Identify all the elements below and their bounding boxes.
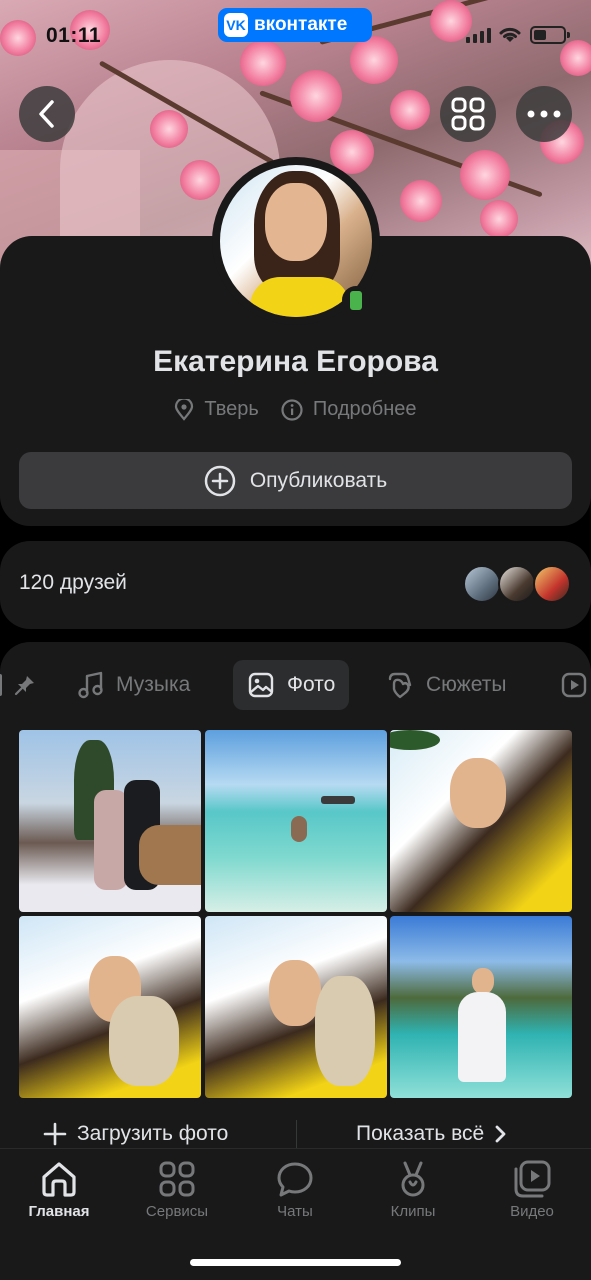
qr-code-icon [451, 97, 485, 131]
video-icon [561, 672, 587, 698]
plus-icon [43, 1122, 67, 1146]
tab-clips-label: Клипы [390, 1203, 436, 1220]
photo-thumbnail[interactable] [19, 730, 201, 912]
home-indicator [190, 1259, 401, 1266]
media-card: Музыка Фото Сюжеты Загрузить фото Показа… [0, 642, 591, 1162]
qr-code-button[interactable] [440, 86, 496, 142]
profile-name: Екатерина Егорова [153, 345, 438, 378]
divider [296, 1120, 297, 1150]
photo-thumbnail[interactable] [205, 730, 387, 912]
friend-avatar [498, 565, 536, 603]
vk-app-badge[interactable]: VK вконтакте [218, 8, 372, 42]
online-mobile-icon [342, 286, 370, 314]
pin-icon [14, 676, 34, 696]
friends-card[interactable]: 120 друзей [0, 541, 591, 629]
cellular-signal-icon [466, 28, 491, 43]
tab-chats[interactable]: Чаты [236, 1159, 354, 1220]
publish-button-label: Опубликовать [249, 468, 388, 492]
profile-city-label: Тверь [204, 398, 259, 420]
tab-chats-label: Чаты [277, 1203, 313, 1220]
music-note-icon [78, 671, 103, 699]
tab-stories[interactable]: Сюжеты [386, 660, 506, 710]
tab-video[interactable]: Видео [473, 1159, 591, 1220]
tab-music-label: Музыка [116, 673, 191, 696]
tab-home-label: Главная [28, 1203, 90, 1220]
more-dots-icon [527, 110, 561, 118]
media-tabs: Музыка Фото Сюжеты [0, 660, 591, 712]
tab-video-label: Видео [510, 1203, 554, 1220]
more-options-button[interactable] [516, 86, 572, 142]
tab-services[interactable]: Сервисы [118, 1159, 236, 1220]
tab-services-label: Сервисы [145, 1203, 209, 1220]
chevron-right-icon [495, 1125, 506, 1143]
tab-pinned[interactable] [0, 660, 36, 710]
profile-meta: Тверь Подробнее [0, 398, 591, 421]
photo-thumbnail[interactable] [205, 916, 387, 1098]
info-icon [281, 398, 303, 421]
status-bar: 01:11 VK вконтакте [0, 0, 591, 70]
vk-app-badge-label: вконтакте [254, 14, 348, 35]
status-time: 01:11 [46, 24, 102, 47]
tab-home[interactable]: Главная [0, 1159, 118, 1220]
photo-thumbnail[interactable] [19, 916, 201, 1098]
photo-thumbnail[interactable] [390, 916, 572, 1098]
vk-logo-icon: VK [224, 13, 248, 37]
photo-thumbnail[interactable] [390, 730, 572, 912]
friends-count: 120 друзей [19, 571, 127, 594]
profile-city: Тверь [174, 398, 259, 421]
friend-avatar [533, 565, 571, 603]
publish-button[interactable]: Опубликовать [19, 452, 572, 509]
back-button[interactable] [19, 86, 75, 142]
services-icon [159, 1161, 195, 1197]
show-all-label: Показать всё [356, 1122, 485, 1145]
tab-stories-label: Сюжеты [426, 673, 507, 696]
wifi-icon [499, 27, 521, 42]
video-icon [514, 1160, 551, 1198]
upload-photo-label: Загрузить фото [77, 1122, 229, 1145]
chat-bubble-icon [277, 1162, 313, 1197]
clips-icon [401, 1161, 425, 1197]
tab-clips[interactable]: Клипы [354, 1159, 472, 1220]
upload-photo-button[interactable]: Загрузить фото [43, 1122, 228, 1146]
plus-circle-icon [204, 465, 236, 496]
friend-avatar [463, 565, 501, 603]
photo-icon [248, 672, 274, 698]
show-all-button[interactable]: Показать всё [356, 1122, 506, 1146]
tab-video-partial[interactable] [560, 660, 588, 710]
tab-photo[interactable]: Фото [233, 660, 350, 710]
home-icon [42, 1162, 76, 1197]
tab-photo-label: Фото [287, 673, 336, 696]
stories-icon [388, 672, 412, 699]
battery-icon [530, 26, 570, 44]
profile-details-label: Подробнее [312, 398, 417, 420]
chevron-left-icon [39, 100, 54, 128]
tab-music[interactable]: Музыка [78, 660, 190, 710]
location-pin-icon [175, 398, 194, 421]
profile-details-link[interactable]: Подробнее [281, 398, 417, 421]
